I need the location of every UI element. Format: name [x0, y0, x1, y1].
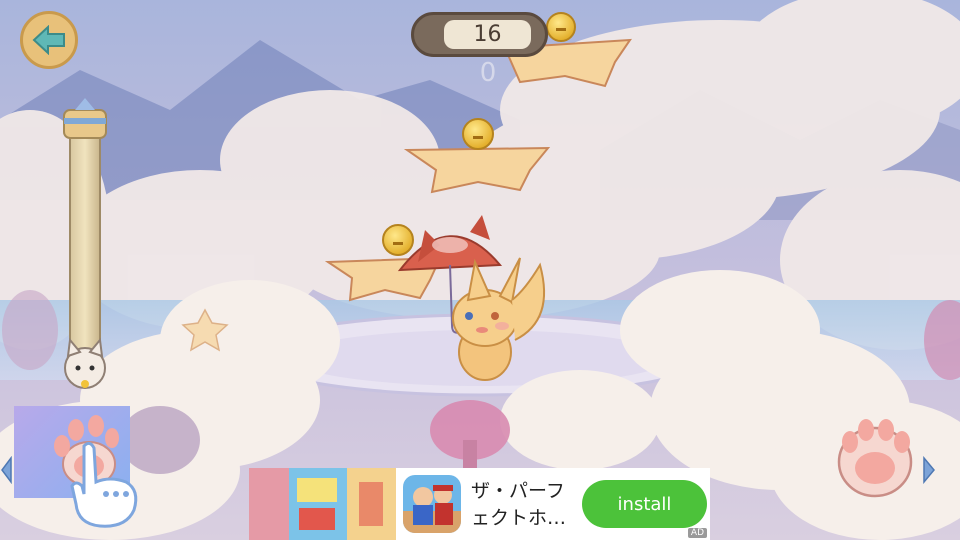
- ad-app-icon: [403, 475, 461, 533]
- cat-head-icon: [64, 337, 106, 389]
- back-button[interactable]: [20, 11, 78, 69]
- back-arrow-icon: [32, 25, 65, 55]
- move-right-button[interactable]: [830, 402, 920, 502]
- install-button[interactable]: install: [582, 480, 707, 528]
- progress-pole: [63, 98, 107, 371]
- bell-count: 16: [444, 20, 531, 49]
- bell-icon: [382, 224, 414, 256]
- ad-title[interactable]: ザ・パーフ ェクトホ…: [471, 478, 591, 532]
- right-arrow-icon: [923, 456, 935, 484]
- left-arrow-icon: [1, 456, 12, 484]
- bell-icon: [462, 118, 494, 150]
- bell-counter: 16: [411, 12, 548, 57]
- tap-hand-icon: [70, 441, 138, 528]
- paw-icon: [837, 419, 913, 498]
- bell-icon: [546, 12, 576, 42]
- ad-screenshot: [249, 468, 396, 540]
- ad-label: AD: [687, 528, 707, 538]
- ad-banner[interactable]: ザ・パーフ ェクトホ… install AD: [249, 468, 710, 540]
- height-score: 0: [479, 58, 497, 88]
